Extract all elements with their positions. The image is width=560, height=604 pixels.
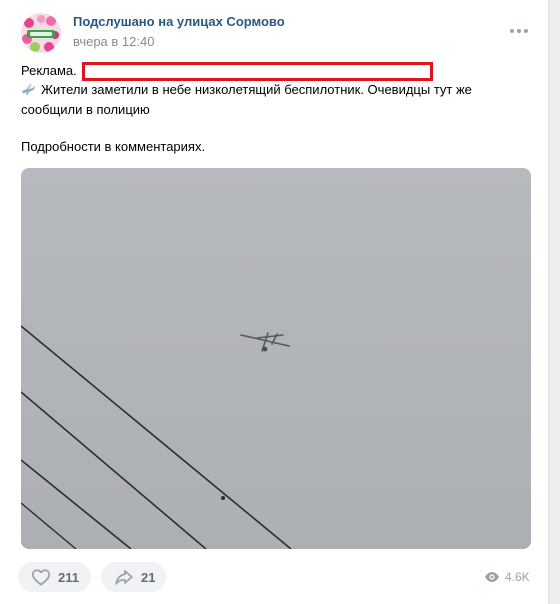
share-count: 21 <box>141 569 156 585</box>
like-count: 211 <box>58 569 79 585</box>
eye-icon <box>485 572 499 582</box>
group-name-link[interactable]: Подслушано на улицах Сормово <box>73 14 285 29</box>
heart-icon <box>31 569 51 586</box>
share-icon <box>115 570 133 585</box>
post-text-footer: Подробности в комментариях. <box>21 139 206 154</box>
share-button[interactable]: 21 <box>101 562 166 592</box>
post-text-body: Жители заметили в небе низколетящий бесп… <box>21 82 472 117</box>
like-button[interactable]: 211 <box>18 562 91 592</box>
post-time[interactable]: вчера в 12:40 <box>73 34 154 49</box>
airplane-icon <box>21 82 35 101</box>
views-count: 4.6K <box>505 570 530 584</box>
photo-drone-sky <box>21 325 292 549</box>
redaction-box <box>82 62 433 81</box>
avatar-image <box>21 13 61 53</box>
more-options-icon[interactable] <box>510 26 528 36</box>
post-card: Подслушано на улицах Сормово вчера в 12:… <box>0 0 549 604</box>
views-counter: 4.6K <box>484 570 530 584</box>
post-text: Жители заметили в небе низколетящий бесп… <box>21 81 526 119</box>
post-photo[interactable] <box>21 168 531 549</box>
group-avatar[interactable] <box>21 13 61 53</box>
